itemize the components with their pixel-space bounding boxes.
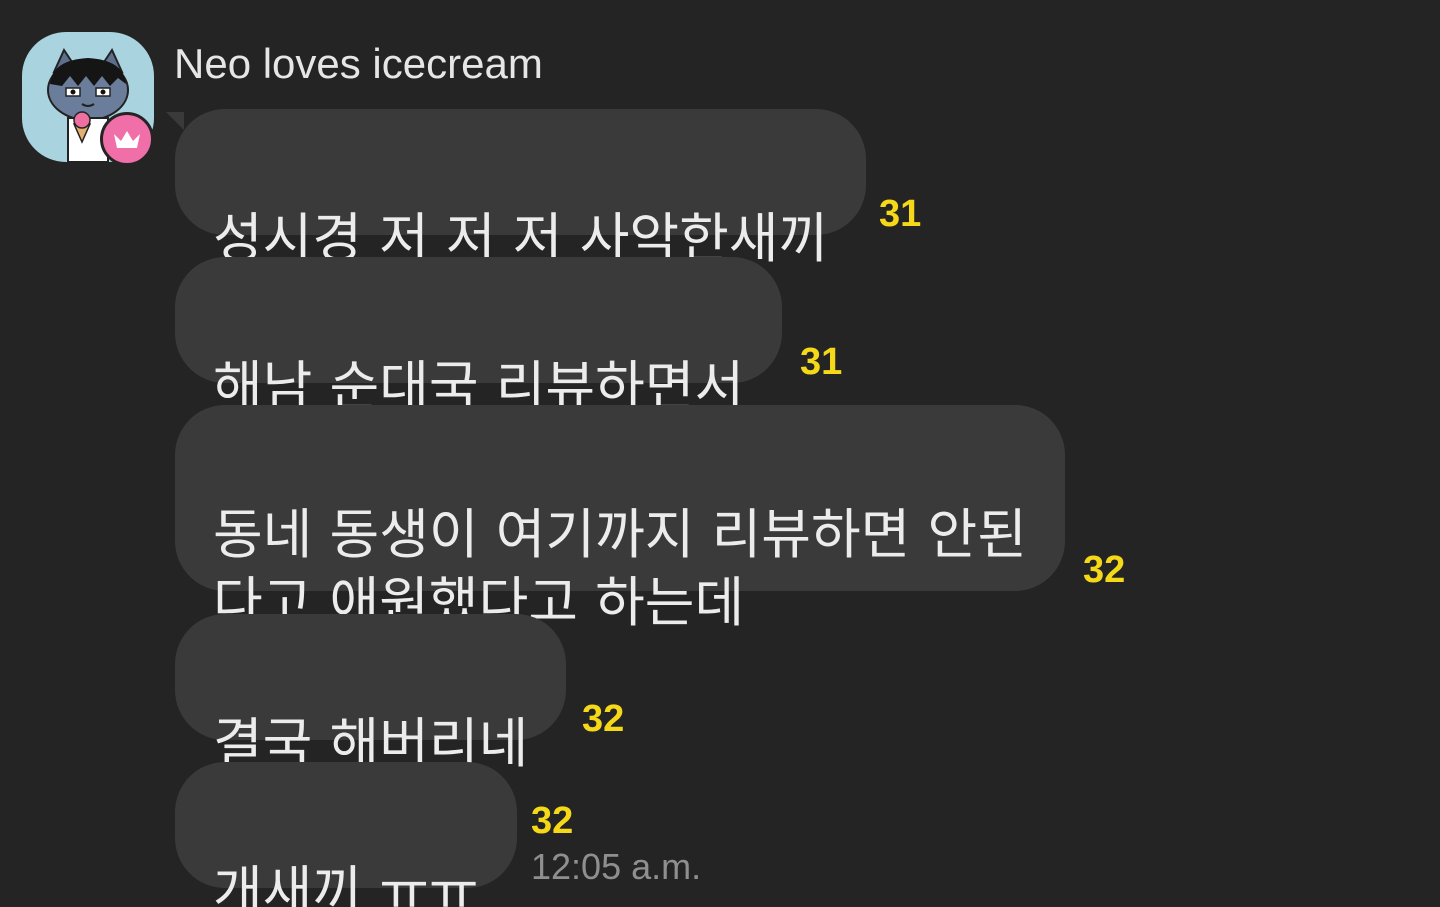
message-meta: 32 <box>582 699 624 739</box>
unread-count: 31 <box>800 341 843 383</box>
message-time: 12:05 a.m. <box>531 846 702 887</box>
message-bubble[interactable]: 동네 동생이 여기까지 리뷰하면 안된 다고 애원했다고 하는데 <box>175 405 1065 634</box>
bubble-tail <box>166 112 184 130</box>
unread-count: 31 <box>879 193 922 235</box>
message-bubble[interactable]: 개새끼 ㅠㅠ <box>175 762 517 907</box>
unread-count: 32 <box>582 698 625 740</box>
message-meta: 32 12:05 a.m. <box>531 801 701 887</box>
message-bubble[interactable]: 결국 해버리네 <box>175 614 567 775</box>
crown-icon <box>114 131 140 148</box>
sender-name: Neo loves icecream <box>174 40 543 87</box>
chat-room: Neo loves icecream 성시경 저 저 저 사악한새끼 31 해남… <box>0 0 1440 907</box>
message-meta: 31 <box>800 342 842 382</box>
message-text: 개새끼 ㅠㅠ <box>213 860 479 907</box>
unread-count: 32 <box>531 800 574 842</box>
message-bubble[interactable]: 해남 순대국 리뷰하면서 <box>175 257 783 418</box>
unread-count: 32 <box>1083 549 1126 591</box>
message-meta: 31 <box>879 194 921 234</box>
message-meta: 32 <box>1083 550 1125 590</box>
message-bubble[interactable]: 성시경 저 저 저 사악한새끼 <box>175 109 867 270</box>
crown-badge <box>100 112 154 166</box>
